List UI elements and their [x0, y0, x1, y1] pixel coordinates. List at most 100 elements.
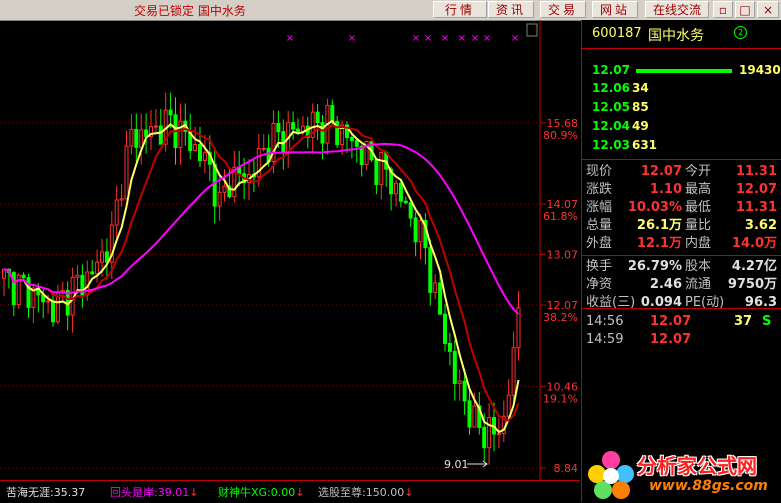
indicator-strip: 苦海无涯:35.37 回头是岸:39.01↓ 财神牛XG:0.00↓ 选股至尊:…	[0, 480, 580, 503]
tick-row: 14:56 12.07 37 S	[586, 314, 772, 329]
indicator-item-4: 选股至尊:150.00↓	[318, 486, 414, 499]
candle-body	[457, 380, 462, 384]
volume-bar	[636, 69, 732, 73]
axis-pct-label: 38.2%	[543, 311, 578, 324]
signal-marker: ×	[458, 33, 466, 44]
order-volume: 49	[631, 119, 649, 133]
signal-marker: ×	[286, 33, 294, 44]
stat-change: 涨跌 1.10	[586, 182, 682, 197]
low-price-label: 9.01	[444, 458, 469, 471]
order-volume: 631	[631, 138, 658, 152]
candle-body	[418, 220, 423, 243]
axis-price-label: 8.84	[554, 462, 579, 475]
candle-body	[51, 300, 55, 323]
candle-body	[496, 433, 501, 436]
candle-body	[222, 185, 227, 193]
order-row: 12.06 34	[592, 81, 649, 97]
window-restore-button[interactable]: ▫	[713, 1, 733, 18]
candle-body	[398, 182, 403, 202]
stat-low: 最低 11.31	[685, 200, 777, 215]
candle-body	[139, 129, 144, 148]
candlestick-chart[interactable]: × × × × × × × × × 15.68 80.9% 14.07 61.8% 13.07 12.07…	[0, 20, 580, 480]
order-row: 12.04 49	[592, 119, 649, 135]
signal-marker: ×	[441, 33, 449, 44]
candle-body	[374, 159, 379, 186]
candle-body	[129, 129, 134, 147]
window-close-button[interactable]: ×	[757, 1, 779, 18]
stat-volume: 总量 26.1万	[586, 218, 682, 233]
site-watermark: 分析家公式网 www.88gs.com	[585, 444, 781, 502]
quote-panel: 600187 国中水务 2 12.07 19430 12.06 34 12.05 8…	[581, 20, 781, 502]
candle-body	[134, 129, 139, 148]
candle-body	[95, 261, 100, 275]
flower-logo-icon	[588, 451, 634, 499]
order-row: 12.05 85	[592, 100, 649, 116]
axis-pct-label: 61.8%	[543, 210, 578, 223]
trade-button[interactable]: 交易	[540, 1, 586, 18]
website-button[interactable]: 网站	[592, 1, 638, 18]
order-price: 12.03	[592, 138, 630, 152]
signal-marker: ×	[471, 33, 479, 44]
kline-svg[interactable]: × × × × × × × × × 15.6880.9%14.0761.8%13.0712.07…	[0, 20, 580, 480]
stat-total-shares: 股本 4.27亿	[685, 259, 777, 274]
signal-marker: ×	[511, 33, 519, 44]
stock-name: 国中水务	[648, 28, 704, 44]
signal-marker: ×	[412, 33, 420, 44]
candle-body	[408, 202, 413, 219]
candle-body	[100, 251, 104, 263]
quotes-button[interactable]: 行情	[433, 1, 487, 18]
candle-body	[452, 350, 457, 384]
candle-body	[168, 109, 173, 116]
candle-body	[212, 163, 217, 207]
candle-body	[428, 247, 433, 293]
candle-body	[158, 125, 163, 145]
stat-volume-ratio: 量比 3.62	[685, 218, 777, 233]
candle-body	[349, 136, 354, 142]
signal-marker: ×	[348, 33, 356, 44]
candle-body	[90, 271, 95, 275]
candle-body	[276, 123, 281, 133]
info-badge-icon[interactable]: 2	[734, 26, 747, 39]
quote-stats: 现价 12.07 今开 11.31 涨跌 1.10 最高 12.07 涨幅 10…	[582, 160, 781, 310]
candle-body	[202, 152, 207, 161]
candle-body	[462, 380, 467, 402]
indicator-item-2: 回头是岸:39.01↓	[110, 486, 199, 499]
order-price: 12.06	[592, 81, 630, 95]
candle-body	[413, 217, 418, 243]
order-volume: 85	[631, 100, 649, 114]
low-annotation: 9.01	[444, 458, 488, 471]
order-price: 12.04	[592, 119, 630, 133]
news-button[interactable]: 资讯	[488, 1, 534, 18]
candle-body	[482, 426, 487, 449]
window-maximize-button[interactable]: □	[735, 1, 755, 18]
candle-body	[46, 300, 51, 303]
price-axis: 15.6880.9%14.0761.8%13.0712.0738.2%10.46…	[540, 117, 578, 475]
candle-body	[124, 145, 129, 200]
candle-body	[217, 191, 222, 207]
candle-body	[330, 105, 335, 122]
order-price: 12.05	[592, 100, 630, 114]
stock-header: 600187 国中水务 2	[582, 20, 781, 49]
candle-body	[261, 147, 266, 150]
candle-body	[144, 129, 149, 137]
online-chat-button[interactable]: 在线交流	[645, 1, 709, 18]
candle-body	[21, 274, 26, 279]
stat-pe: PE(动) 96.3	[685, 295, 777, 310]
candle-body	[359, 145, 364, 165]
order-volume: 19430	[739, 63, 781, 77]
candle-body	[472, 405, 477, 428]
signal-markers: × × × × × × × × ×	[286, 33, 519, 44]
candle-body	[506, 394, 511, 417]
candle-body	[178, 120, 183, 149]
order-row: 12.03 631	[592, 138, 657, 154]
candle-body	[438, 282, 443, 315]
axis-price-label: 13.07	[547, 249, 579, 262]
candle-body	[394, 182, 398, 195]
candle-body	[379, 151, 384, 186]
trade-lock-status: 交易已锁定 国中水务	[134, 4, 246, 18]
axis-pct-label: 19.1%	[543, 392, 578, 405]
signal-marker: ×	[424, 33, 432, 44]
order-book: 12.07 19430 12.06 34 12.05 85 12.04 49 12.0…	[582, 49, 781, 160]
candle-body	[114, 199, 119, 226]
candle-body	[296, 128, 300, 132]
